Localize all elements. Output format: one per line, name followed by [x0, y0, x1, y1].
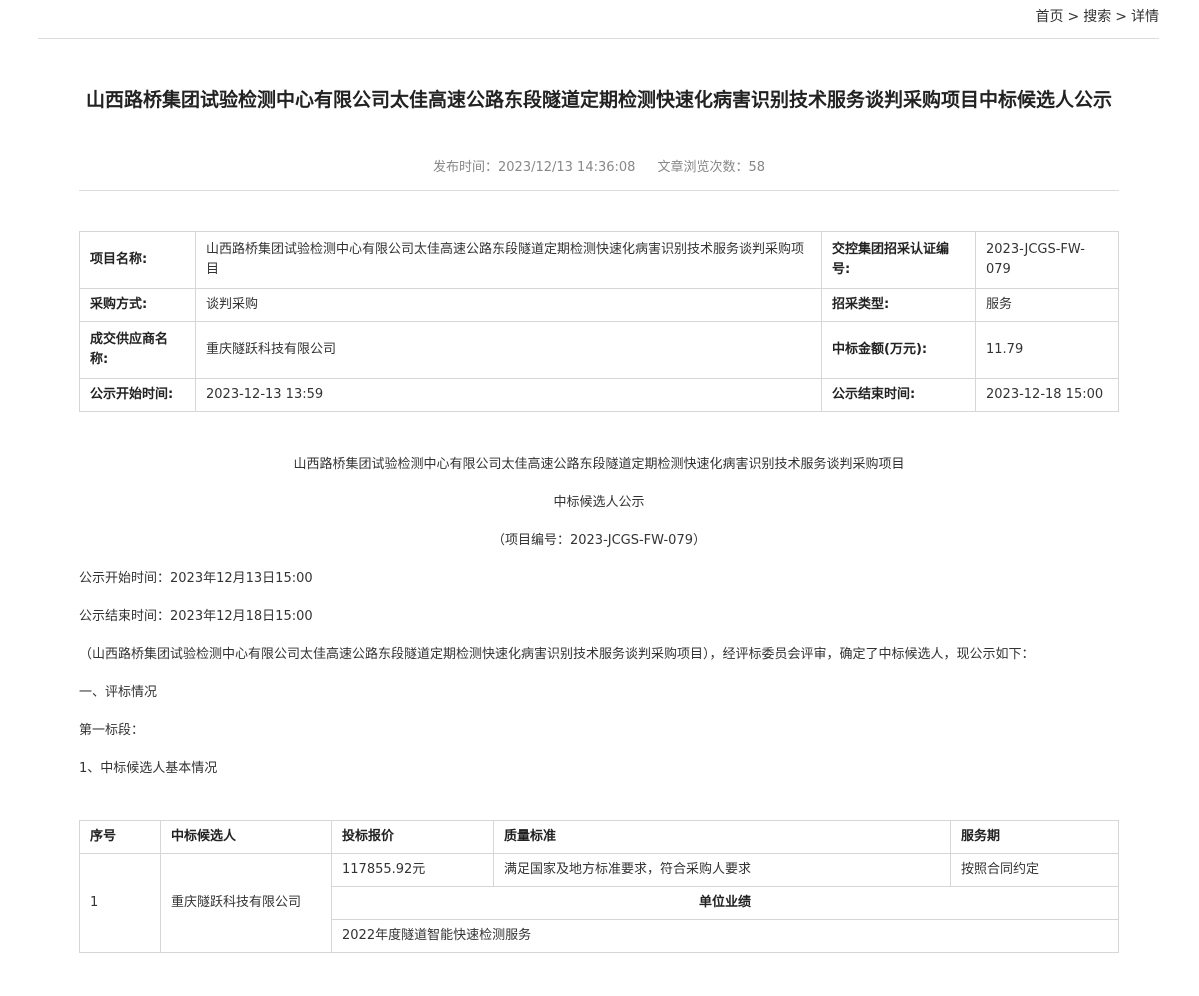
col-header-period: 服务期	[950, 820, 1119, 854]
breadcrumb: 首页 > 搜索 > 详情	[1036, 6, 1159, 26]
publish-time: 2023/12/13 14:36:08	[498, 160, 636, 175]
supplier-value: 重庆隧跃科技有限公司	[195, 321, 822, 379]
project-number: （项目编号：2023-JCGS-FW-079）	[491, 533, 706, 548]
table-row: 成交供应商名称: 重庆隧跃科技有限公司 中标金额(万元): 11.79	[79, 321, 1119, 379]
table-row: 1 重庆隧跃科技有限公司 117855.92元 满足国家及地方标准要求，符合采购…	[79, 853, 1119, 953]
candidate-name: 重庆隧跃科技有限公司	[160, 853, 332, 953]
procurement-method-value: 谈判采购	[195, 288, 822, 322]
procurement-method-label: 采购方式:	[79, 288, 196, 322]
project-name-value: 山西路桥集团试验检测中心有限公司太佳高速公路东段隧道定期检测快速化病害识别技术服…	[195, 231, 822, 289]
candidate-price: 117855.92元	[331, 853, 494, 887]
section-heading: 一、评标情况	[79, 685, 158, 700]
intro-paragraph: （山西路桥集团试验检测中心有限公司太佳高速公路东段隧道定期检测快速化病害识别技术…	[79, 647, 1035, 662]
announcement-heading: 山西路桥集团试验检测中心有限公司太佳高速公路东段隧道定期检测快速化病害识别技术服…	[293, 457, 905, 472]
cert-number-value: 2023-JCGS-FW-079	[975, 231, 1119, 289]
notice-start-text: 公示开始时间：2023年12月13日15:00	[79, 571, 313, 586]
subsection-heading: 1、中标候选人基本情况	[79, 761, 218, 776]
table-row: 采购方式: 谈判采购 招采类型: 服务	[79, 288, 1119, 322]
breadcrumb-home-link[interactable]: 首页	[1036, 9, 1064, 25]
breadcrumb-search-link[interactable]: 搜索	[1083, 9, 1111, 25]
header-divider	[38, 38, 1159, 39]
col-header-index: 序号	[79, 820, 161, 854]
bid-amount-label: 中标金额(万元):	[821, 321, 976, 379]
performance-value: 2022年度隧道智能快速检测服务	[331, 919, 1119, 953]
col-header-quality: 质量标准	[493, 820, 951, 854]
candidate-index: 1	[79, 853, 161, 953]
candidate-period: 按照合同约定	[950, 853, 1119, 887]
publish-time-label: 发布时间：	[432, 160, 498, 175]
supplier-label: 成交供应商名称:	[79, 321, 196, 379]
breadcrumb-separator: >	[1067, 9, 1080, 25]
notice-start-value: 2023-12-13 13:59	[195, 378, 822, 412]
notice-end-label: 公示结束时间:	[821, 378, 976, 412]
lot-heading: 第一标段：	[79, 723, 145, 738]
table-header-row: 序号 中标候选人 投标报价 质量标准 服务期	[79, 820, 1119, 854]
col-header-candidate: 中标候选人	[160, 820, 332, 854]
candidate-table: 序号 中标候选人 投标报价 质量标准 服务期 1 重庆隧跃科技有限公司 1178…	[79, 820, 1119, 953]
bid-amount-value: 11.79	[975, 321, 1119, 379]
meta-divider	[79, 190, 1119, 191]
project-info-table: 项目名称: 山西路桥集团试验检测中心有限公司太佳高速公路东段隧道定期检测快速化病…	[79, 231, 1119, 412]
view-count: 58	[748, 160, 766, 175]
project-name-label: 项目名称:	[79, 231, 196, 289]
col-header-price: 投标报价	[331, 820, 494, 854]
breadcrumb-separator: >	[1115, 9, 1127, 25]
performance-header: 单位业绩	[331, 886, 1119, 920]
announcement-body: 山西路桥集团试验检测中心有限公司太佳高速公路东段隧道定期检测快速化病害识别技术服…	[79, 455, 1119, 797]
candidate-quality: 满足国家及地方标准要求，符合采购人要求	[493, 853, 951, 887]
page-title: 山西路桥集团试验检测中心有限公司太佳高速公路东段隧道定期检测快速化病害识别技术服…	[85, 89, 1112, 111]
cert-number-label: 交控集团招采认证编号:	[821, 231, 976, 289]
table-row: 项目名称: 山西路桥集团试验检测中心有限公司太佳高速公路东段隧道定期检测快速化病…	[79, 231, 1119, 289]
notice-end-value: 2023-12-18 15:00	[975, 378, 1119, 412]
announcement-subheading: 中标候选人公示	[553, 495, 645, 510]
breadcrumb-detail-link[interactable]: 详情	[1131, 9, 1159, 25]
article-meta: 发布时间：2023/12/13 14:36:08 文章浏览次数：58	[79, 156, 1119, 175]
view-count-label: 文章浏览次数：	[657, 160, 749, 175]
notice-end-text: 公示结束时间：2023年12月18日15:00	[79, 609, 313, 624]
procurement-type-value: 服务	[975, 288, 1119, 322]
procurement-type-label: 招采类型:	[821, 288, 976, 322]
table-row: 公示开始时间: 2023-12-13 13:59 公示结束时间: 2023-12…	[79, 378, 1119, 412]
notice-start-label: 公示开始时间:	[79, 378, 196, 412]
